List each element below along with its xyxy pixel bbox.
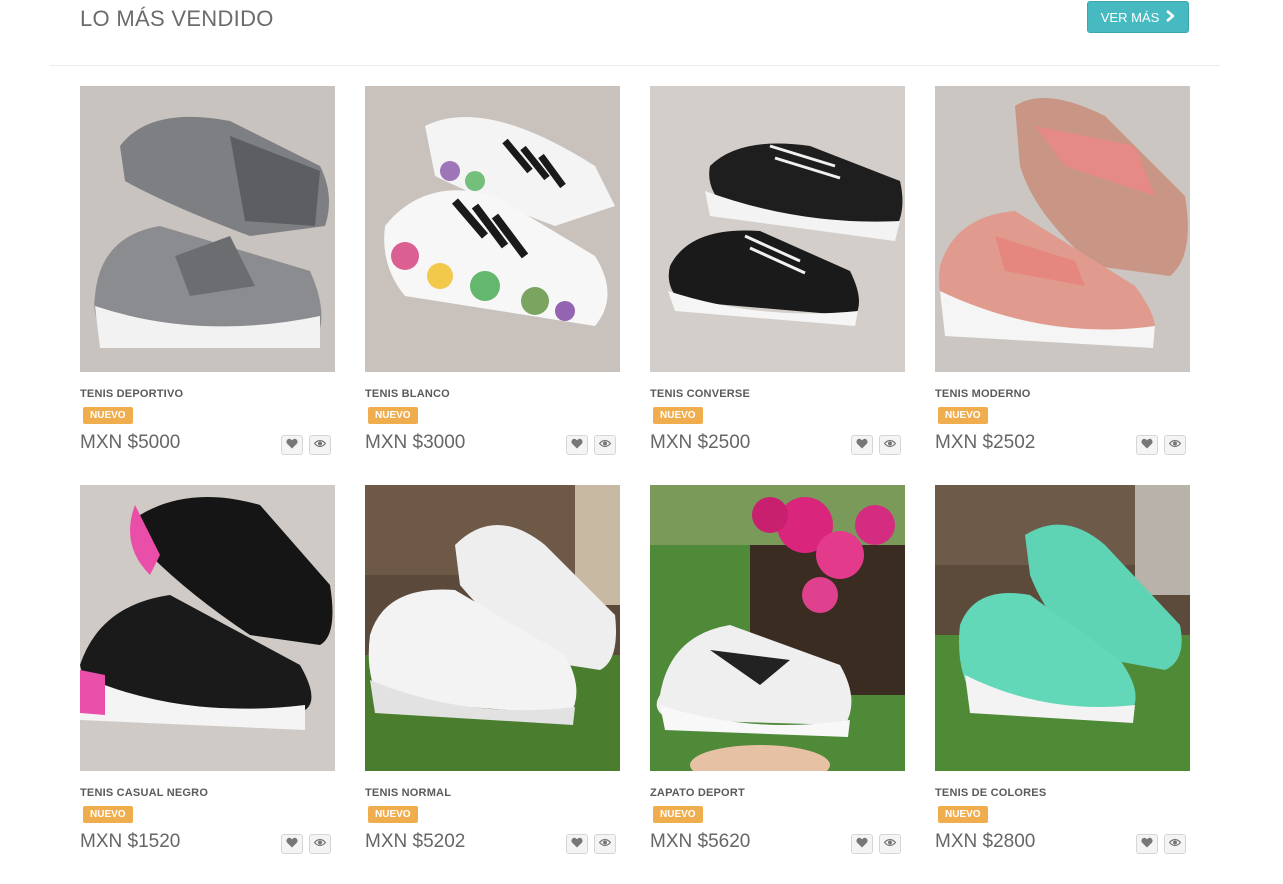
section-title: LO MÁS VENDIDO [80,6,274,31]
product-name[interactable]: TENIS DEPORTIVO [80,388,183,400]
new-badge: NUEVO [653,806,703,823]
eye-icon [598,835,612,853]
new-badge: NUEVO [938,407,988,424]
eye-icon [1168,835,1182,853]
ver-mas-label: VER MÁS [1100,9,1160,25]
product-name[interactable]: TENIS MODERNO [935,388,1031,400]
new-badge: NUEVO [83,407,133,424]
favorite-button[interactable] [851,834,873,854]
product-image[interactable] [650,485,905,771]
product-name[interactable]: ZAPATO DEPORT [650,787,745,799]
quick-view-button[interactable] [594,834,616,854]
product-image[interactable] [935,485,1190,771]
product-price: MXN $5202 [365,831,466,852]
heart-icon [571,835,583,853]
quick-view-button[interactable] [879,435,901,455]
quick-view-button[interactable] [1164,834,1186,854]
heart-icon [571,436,583,454]
new-badge: NUEVO [368,407,418,424]
product-price: MXN $1520 [80,831,181,852]
product-name[interactable]: TENIS BLANCO [365,388,450,400]
favorite-button[interactable] [566,435,588,455]
product-card: TENIS MODERNO NUEVO MXN $2502 [935,86,1190,466]
product-name[interactable]: TENIS DE COLORES [935,787,1046,799]
product-card: TENIS CASUAL NEGRO NUEVO MXN $1520 [80,485,335,865]
heart-icon [1141,835,1153,853]
heart-icon [286,835,298,853]
product-name[interactable]: TENIS NORMAL [365,787,451,799]
product-card: TENIS DE COLORES NUEVO MXN $2800 [935,485,1190,865]
favorite-button[interactable] [1136,435,1158,455]
favorite-button[interactable] [851,435,873,455]
new-badge: NUEVO [83,806,133,823]
favorite-button[interactable] [566,834,588,854]
product-price: MXN $2800 [935,831,1036,852]
eye-icon [313,835,327,853]
eye-icon [883,436,897,454]
ver-mas-button[interactable]: VER MÁS [1087,1,1189,33]
product-price: MXN $3000 [365,432,466,453]
product-image[interactable] [80,86,335,372]
heart-icon [286,436,298,454]
quick-view-button[interactable] [1164,435,1186,455]
product-image[interactable] [935,86,1190,372]
product-image[interactable] [365,485,620,771]
quick-view-button[interactable] [309,834,331,854]
product-price: MXN $5620 [650,831,751,852]
new-badge: NUEVO [368,806,418,823]
product-card: ZAPATO DEPORT NUEVO MXN $5620 [650,485,905,865]
eye-icon [883,835,897,853]
new-badge: NUEVO [938,806,988,823]
section-divider [50,65,1220,66]
product-card: TENIS BLANCO NUEVO MXN $3000 [365,86,620,466]
product-image[interactable] [365,86,620,372]
eye-icon [313,436,327,454]
heart-icon [1141,436,1153,454]
quick-view-button[interactable] [594,435,616,455]
favorite-button[interactable] [1136,834,1158,854]
heart-icon [856,436,868,454]
eye-icon [1168,436,1182,454]
favorite-button[interactable] [281,435,303,455]
product-card: TENIS NORMAL NUEVO MXN $5202 [365,485,620,865]
product-price: MXN $5000 [80,432,181,453]
product-image[interactable] [650,86,905,372]
product-card: TENIS DEPORTIVO NUEVO MXN $5000 [80,86,335,466]
favorite-button[interactable] [281,834,303,854]
heart-icon [856,835,868,853]
quick-view-button[interactable] [879,834,901,854]
product-name[interactable]: TENIS CASUAL NEGRO [80,787,208,799]
product-name[interactable]: TENIS CONVERSE [650,388,750,400]
product-price: MXN $2500 [650,432,751,453]
eye-icon [598,436,612,454]
product-card: TENIS CONVERSE NUEVO MXN $2500 [650,86,905,466]
chevron-right-icon [1165,9,1175,25]
product-price: MXN $2502 [935,432,1036,453]
new-badge: NUEVO [653,407,703,424]
product-image[interactable] [80,485,335,771]
quick-view-button[interactable] [309,435,331,455]
